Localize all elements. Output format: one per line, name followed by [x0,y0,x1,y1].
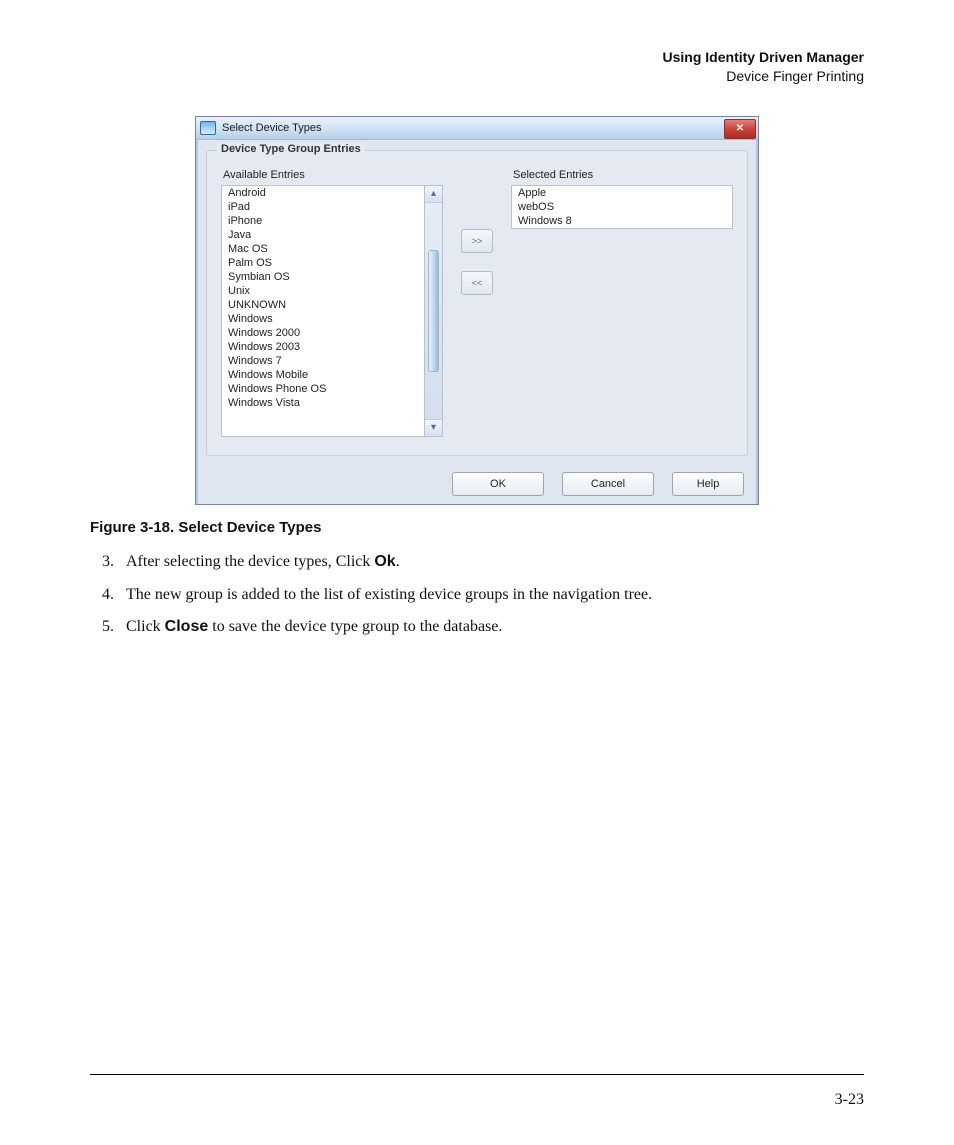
scroll-thumb[interactable] [428,250,439,372]
list-item[interactable]: Windows Vista [222,396,424,410]
list-item[interactable]: UNKNOWN [222,298,424,312]
list-item[interactable]: Palm OS [222,256,424,270]
step-text: . [396,553,400,570]
available-column: Available Entries Android iPad iPhone Ja… [221,169,443,437]
list-item[interactable]: Windows [222,312,424,326]
move-left-button[interactable]: << [461,271,493,295]
step-text: Click [126,618,165,635]
footer-rule [90,1074,864,1075]
selected-label: Selected Entries [513,169,733,181]
list-item[interactable]: Windows 2000 [222,326,424,340]
header-title: Using Identity Driven Manager [90,48,864,67]
step-bold: Close [165,618,209,635]
selected-column: Selected Entries Apple webOS Windows 8 [511,169,733,229]
list-item[interactable]: Windows Phone OS [222,382,424,396]
help-label: Help [697,478,720,490]
move-buttons: >> << [457,169,497,295]
step-text: to save the device type group to the dat… [208,618,502,635]
list-item[interactable]: Windows 8 [512,214,732,228]
step-4: The new group is added to the list of ex… [118,583,864,608]
list-item[interactable]: iPad [222,200,424,214]
page: Using Identity Driven Manager Device Fin… [0,0,954,1145]
header-subtitle: Device Finger Printing [90,67,864,86]
close-icon: ✕ [736,123,744,134]
instruction-steps: After selecting the device types, Click … [90,550,864,640]
ok-button[interactable]: OK [452,472,544,496]
close-button[interactable]: ✕ [724,119,756,139]
move-left-label: << [472,278,483,288]
page-header: Using Identity Driven Manager Device Fin… [90,48,864,86]
selected-list[interactable]: Apple webOS Windows 8 [511,185,733,229]
cancel-label: Cancel [591,478,625,490]
scroll-up-icon[interactable]: ▴ [425,186,442,203]
available-label: Available Entries [223,169,443,181]
list-item[interactable]: Apple [512,186,732,200]
available-list[interactable]: Android iPad iPhone Java Mac OS Palm OS … [221,185,425,437]
dialog-body: Device Type Group Entries Available Entr… [196,140,758,504]
figure-caption: Figure 3-18. Select Device Types [90,519,864,536]
list-item[interactable]: webOS [512,200,732,214]
list-item[interactable]: Windows 7 [222,354,424,368]
dialog-footer: OK Cancel Help [206,472,748,496]
dialog-select-device-types: Select Device Types ✕ Device Type Group … [195,116,759,505]
page-number: 3-23 [835,1091,864,1109]
help-button[interactable]: Help [672,472,744,496]
figure-image: Select Device Types ✕ Device Type Group … [90,116,864,505]
list-item[interactable]: Android [222,186,424,200]
list-item[interactable]: iPhone [222,214,424,228]
list-item[interactable]: Mac OS [222,242,424,256]
step-bold: Ok [374,553,395,570]
list-item[interactable]: Unix [222,284,424,298]
dialog-title: Select Device Types [222,122,321,134]
dialog-titlebar: Select Device Types ✕ [196,117,758,140]
list-item[interactable]: Java [222,228,424,242]
scrollbar[interactable]: ▴ ▾ [425,185,443,437]
move-right-button[interactable]: >> [461,229,493,253]
list-item[interactable]: Windows Mobile [222,368,424,382]
group-title: Device Type Group Entries [217,143,365,155]
move-right-label: >> [472,236,483,246]
scroll-down-icon[interactable]: ▾ [425,419,442,436]
app-icon [200,121,216,135]
step-text: The new group is added to the list of ex… [126,586,652,603]
list-item[interactable]: Symbian OS [222,270,424,284]
device-type-group: Device Type Group Entries Available Entr… [206,150,748,456]
ok-label: OK [490,478,506,490]
list-item[interactable]: Windows 2003 [222,340,424,354]
step-5: Click Close to save the device type grou… [118,615,864,640]
cancel-button[interactable]: Cancel [562,472,654,496]
step-text: After selecting the device types, Click [126,553,374,570]
step-3: After selecting the device types, Click … [118,550,864,575]
